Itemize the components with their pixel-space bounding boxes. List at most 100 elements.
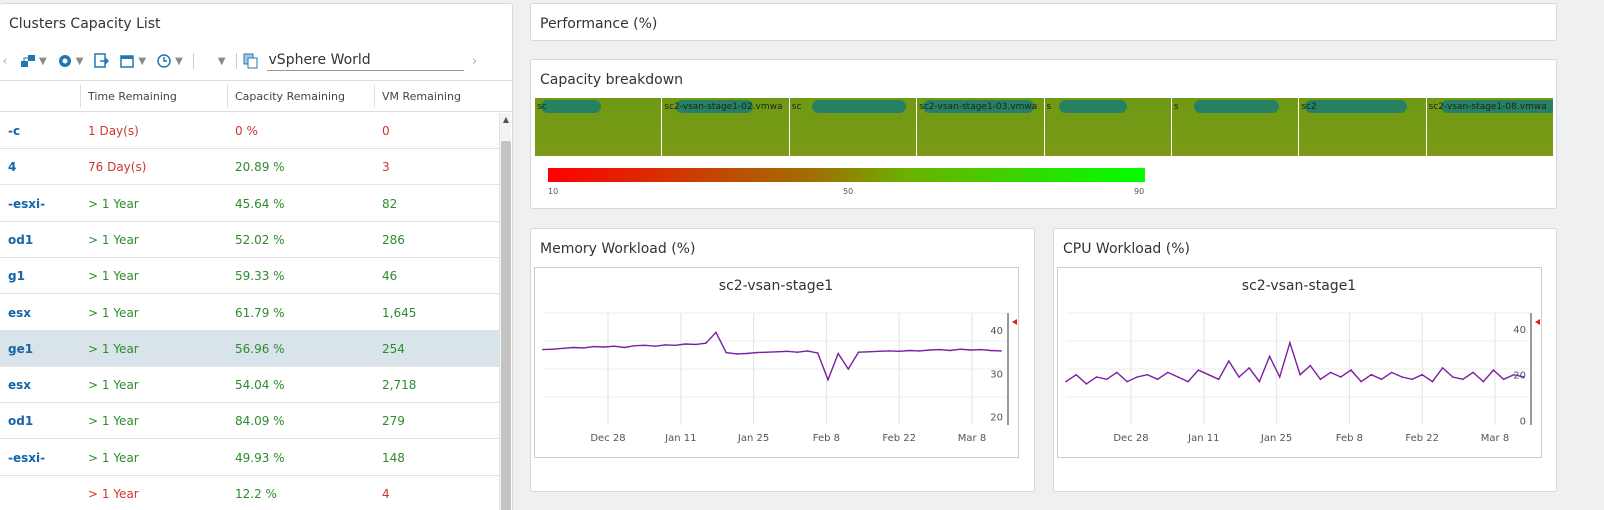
- data-point: [1431, 380, 1434, 383]
- data-point: [1319, 378, 1322, 381]
- data-point: [593, 345, 595, 348]
- cluster-name-link[interactable]: 4: [8, 160, 16, 174]
- time-remaining-cell: > 1 Year: [88, 450, 139, 465]
- vm-remaining-cell: 82: [382, 196, 398, 211]
- scroll-left-icon[interactable]: ‹: [0, 54, 10, 69]
- data-point: [1156, 378, 1159, 381]
- capacity-heatmap: sc sc2-vsan-stage1-02.vmwa sc sc2-vsan-stag…: [535, 98, 1553, 156]
- data-point: [1329, 371, 1332, 374]
- table-row[interactable]: -esxi- > 1 Year 49.93 % 148: [0, 440, 500, 476]
- cluster-name-link[interactable]: -esxi-: [8, 197, 45, 211]
- redaction-mark: [811, 100, 906, 113]
- data-point: [1421, 373, 1423, 376]
- x-tick-label: Dec 28: [590, 433, 625, 444]
- data-point: [1228, 360, 1230, 362]
- scroll-right-icon[interactable]: ›: [470, 54, 480, 69]
- cluster-name-link[interactable]: esx: [8, 378, 31, 392]
- calendar-button[interactable]: ▼: [119, 53, 146, 69]
- capacity-remaining-cell: 56.96 %: [235, 341, 285, 356]
- x-tick-label: Jan 25: [737, 433, 769, 444]
- panel-title: Performance (%): [540, 16, 658, 32]
- heatmap-cell[interactable]: sc: [535, 98, 663, 156]
- heatmap-cell[interactable]: s: [1044, 98, 1172, 156]
- heatmap-cell[interactable]: sc2: [1299, 98, 1427, 156]
- data-point: [674, 344, 677, 347]
- x-tick-label: Jan 25: [1260, 433, 1292, 444]
- data-point: [1065, 380, 1067, 383]
- legend-label: 90: [1134, 187, 1145, 196]
- scroll-thumb[interactable]: [501, 141, 511, 510]
- copy-button[interactable]: [243, 53, 259, 69]
- table-row[interactable]: g1 > 1 Year 59.33 % 46: [0, 258, 500, 295]
- table-row[interactable]: esx > 1 Year 61.79 % 1,645: [0, 295, 500, 331]
- cluster-name-link[interactable]: od1: [8, 233, 33, 247]
- cluster-name-link[interactable]: ge1: [8, 342, 33, 356]
- filter-dropdown[interactable]: ▼: [218, 56, 226, 67]
- redaction-mark: [1193, 100, 1279, 113]
- heatmap-cell[interactable]: sc2-vsan-stage1-02.vmwa: [662, 98, 790, 156]
- heatmap-cell[interactable]: sc2-vsan-stage1-03.vmwa: [917, 98, 1045, 156]
- data-point: [1146, 373, 1149, 376]
- list-toolbar: ‹ ▼ ▼ ▼ ▼ ▼ vSphere World ›: [0, 44, 512, 78]
- x-tick-label: Mar 8: [1481, 433, 1509, 444]
- vertical-scrollbar[interactable]: ▲: [499, 113, 511, 510]
- table-row[interactable]: od1 > 1 Year 52.02 % 286: [0, 222, 500, 258]
- clusters-capacity-list-panel: Clusters Capacity List ‹ ▼ ▼ ▼ ▼ ▼ vSphe…: [0, 3, 513, 510]
- data-point: [898, 350, 900, 353]
- x-tick-label: Jan 11: [664, 433, 696, 444]
- data-point: [1411, 378, 1413, 381]
- data-point: [1177, 376, 1179, 378]
- data-point: [837, 352, 839, 355]
- heatmap-cell[interactable]: sc2-vsan-stage1-08.vmwa: [1426, 98, 1553, 156]
- time-remaining-cell: > 1 Year: [88, 341, 139, 356]
- table-row[interactable]: > 1 Year 12.2 % 4: [0, 476, 500, 510]
- table-row[interactable]: ge1 > 1 Year 56.96 % 254: [0, 330, 500, 367]
- table-row[interactable]: od1 > 1 Year 84.09 % 279: [0, 403, 500, 440]
- data-point: [990, 349, 992, 352]
- vm-remaining-cell: 254: [382, 341, 405, 356]
- heatmap-cell[interactable]: s: [1171, 98, 1300, 156]
- data-point: [633, 344, 636, 347]
- x-tick-label: Feb 22: [882, 433, 916, 444]
- cluster-name-link[interactable]: od1: [8, 414, 33, 428]
- series-line: [542, 331, 1002, 382]
- y-tick-label: 40: [1513, 325, 1526, 336]
- time-button[interactable]: ▼: [156, 53, 183, 69]
- cpu-workload-panel: CPU Workload (%) sc2-vsan-stage1 Dec 28 Ja…: [1053, 228, 1557, 492]
- table-row[interactable]: 4 76 Day(s) 20.89 % 3: [0, 149, 500, 186]
- column-header-capacity[interactable]: Capacity Remaining: [235, 90, 345, 103]
- column-header-time[interactable]: Time Remaining: [88, 90, 177, 103]
- cluster-name-link[interactable]: -esxi-: [8, 451, 45, 465]
- actions-button[interactable]: ▼: [57, 53, 83, 69]
- table-row[interactable]: -c 1 Day(s) 0 % 0: [0, 113, 500, 149]
- cpu-chart: sc2-vsan-stage1 Dec 28 Jan 11 Jan 25 Feb 8 Fe…: [1057, 267, 1542, 458]
- cluster-name-link[interactable]: g1: [8, 269, 25, 283]
- data-point: [817, 352, 819, 354]
- capacity-remaining-cell: 45.64 %: [235, 196, 285, 211]
- copy-icon: [243, 53, 258, 69]
- chevron-down-icon: ▼: [39, 55, 47, 67]
- panel-title: CPU Workload (%): [1063, 241, 1190, 257]
- chart-title: sc2-vsan-stage1: [1242, 278, 1356, 294]
- cluster-name-link[interactable]: -c: [8, 124, 20, 138]
- toolbar-divider: [235, 53, 237, 69]
- table-row[interactable]: -esxi- > 1 Year 45.64 % 82: [0, 186, 500, 222]
- column-header-vm[interactable]: VM Remaining: [382, 90, 461, 103]
- data-point: [1401, 376, 1403, 378]
- data-point: [1278, 376, 1281, 378]
- hierarchy-icon: [21, 55, 35, 67]
- data-point: [664, 344, 666, 346]
- column-divider: [80, 85, 81, 107]
- export-button[interactable]: [93, 53, 110, 69]
- data-point: [878, 350, 880, 353]
- hierarchy-button[interactable]: ▼: [20, 53, 47, 69]
- cpu-chart-svg: sc2-vsan-stage1 Dec 28 Jan 11 Jan 25 Feb 8 Fe…: [1065, 278, 1540, 444]
- scroll-up-icon[interactable]: ▲: [500, 115, 512, 124]
- table-row[interactable]: esx > 1 Year 54.04 % 2,718: [0, 367, 500, 404]
- capacity-remaining-cell: 0 %: [235, 124, 258, 138]
- table-body: -c 1 Day(s) 0 % 0 4 76 Day(s) 20.89 % 3 -esxi- > …: [0, 113, 500, 510]
- cluster-name-link[interactable]: esx: [8, 306, 31, 320]
- heatmap-cell[interactable]: sc: [789, 98, 918, 156]
- data-point: [1513, 373, 1515, 376]
- scope-field[interactable]: vSphere World: [266, 51, 464, 71]
